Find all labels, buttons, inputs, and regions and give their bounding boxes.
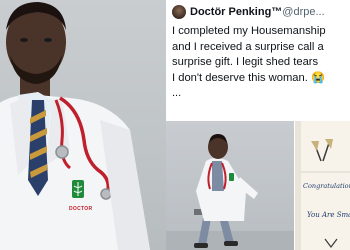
coat-badge-text: DOCTOR (69, 206, 93, 212)
tweet-header: Doctör Penking™ @drpe... (172, 4, 350, 20)
tweet-more: ... (172, 87, 182, 99)
tweet-line: and I received a surprise call a (172, 40, 324, 53)
doctor-scrubs-illustration (166, 134, 294, 250)
tweet-author-name: Doctör Penking™ (190, 6, 283, 18)
card-congratulations-text: Congratulations (303, 182, 350, 190)
doctor-scrubs-photo (166, 121, 294, 250)
tweet-line: I don't deserve this woman. 😭 (172, 71, 325, 84)
tweet-card: Doctör Penking™ @drpe... I completed my … (166, 0, 350, 120)
tweet-text: I completed my Housemanship and I receiv… (172, 24, 350, 102)
tweet-author-handle: @drpe... (282, 6, 325, 18)
card-message-text: You Are Sma (307, 211, 350, 219)
tweet-line: surprise gift. I legit shed tears (172, 56, 319, 68)
collage-right-panel: Doctör Penking™ @drpe... I completed my … (166, 0, 350, 250)
avatar (172, 5, 186, 19)
doctor-portrait-photo: DOCTOR (0, 0, 166, 250)
tweet-line: I completed my Housemanship (172, 25, 326, 37)
congratulations-card-photo: Congratulations You Are Sma (295, 121, 350, 250)
doctor-portrait-illustration (0, 2, 150, 250)
